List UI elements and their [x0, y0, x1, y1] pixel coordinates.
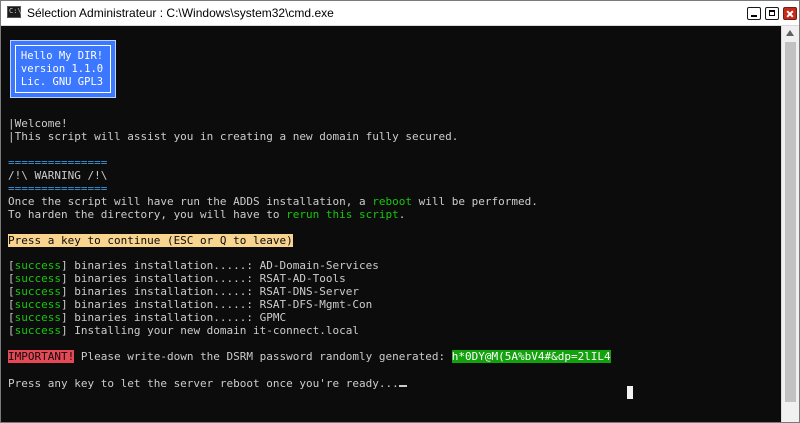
- warning-rule-bottom: ===============: [8, 182, 108, 195]
- cmd-app-icon[interactable]: C:\: [7, 6, 22, 18]
- result-line: [success] binaries installation.....: RS…: [8, 285, 359, 298]
- bracket-close: ]: [60, 272, 68, 285]
- warning-line1-text-c: will be performed.: [412, 195, 538, 208]
- success-status: success: [14, 259, 61, 272]
- reboot-keyword: reboot: [372, 195, 412, 208]
- warning-line2-text-c: .: [398, 208, 406, 221]
- vertical-scrollbar[interactable]: [781, 26, 799, 422]
- result-line: [success] Installing your new domain it-…: [8, 324, 359, 337]
- bracket-close: ]: [60, 298, 68, 311]
- banner-title: Hello My DIR!: [20, 50, 104, 62]
- description-line: |This script will assist you in creating…: [8, 130, 459, 143]
- welcome-line: |Welcome!: [8, 117, 68, 130]
- continue-prompt: Press a key to continue (ESC or Q to lea…: [8, 234, 293, 247]
- window-title: Sélection Administrateur : C:\Windows\sy…: [27, 6, 334, 20]
- text-cursor: [398, 385, 407, 387]
- warning-line1-text-a: Once the script will have run the ADDS i…: [8, 195, 373, 208]
- continue-prompt-line: Press a key to continue (ESC or Q to lea…: [8, 234, 293, 247]
- script-banner: Hello My DIR! version 1.1.0 Lic. GNU GPL…: [10, 40, 116, 98]
- bracket-open: [: [8, 324, 15, 337]
- result-line: [success] binaries installation.....: RS…: [8, 272, 346, 285]
- success-status: success: [14, 311, 61, 324]
- bracket-close: ]: [60, 324, 68, 337]
- success-status: success: [14, 272, 61, 285]
- rerun-keyword: rerun this script: [286, 208, 399, 221]
- reboot-prompt-line: Press any key to let the server reboot o…: [8, 377, 407, 390]
- result-message: binaries installation.....: RSAT-DNS-Ser…: [67, 285, 360, 298]
- warning-line2-text-a: To harden the directory, you will have t…: [8, 208, 287, 221]
- bracket-close: ]: [60, 311, 68, 324]
- warning-reboot-line: Once the script will have run the ADDS i…: [8, 195, 538, 208]
- title-bar[interactable]: C:\ Sélection Administrateur : C:\Window…: [1, 1, 799, 26]
- bracket-open: [: [8, 272, 15, 285]
- result-message: binaries installation.....: RSAT-DFS-Mgm…: [67, 298, 373, 311]
- dsrm-message: Please write-down the DSRM password rand…: [74, 350, 452, 363]
- scroll-up-arrow-icon[interactable]: [786, 30, 794, 36]
- bracket-open: [: [8, 298, 15, 311]
- close-button[interactable]: [783, 7, 797, 20]
- bracket-close: ]: [60, 259, 68, 272]
- minimize-button[interactable]: [747, 7, 761, 20]
- bracket-open: [: [8, 311, 15, 324]
- mouse-text-cursor: [627, 386, 633, 399]
- reboot-prompt: Press any key to let the server reboot o…: [8, 377, 399, 390]
- bracket-open: [: [8, 259, 15, 272]
- dsrm-password: h*0DY@M(5A%bV4#&dp=2lIL4: [451, 350, 611, 363]
- success-status: success: [14, 324, 61, 337]
- banner-license: Lic. GNU GPL3: [20, 76, 104, 88]
- result-line: [success] binaries installation.....: RS…: [8, 298, 372, 311]
- warning-title: /!\ WARNING /!\: [8, 169, 108, 182]
- bracket-open: [: [8, 285, 15, 298]
- banner-version: version 1.1.0: [20, 63, 104, 75]
- result-message: binaries installation.....: AD-Domain-Se…: [67, 259, 379, 272]
- warning-rerun-line: To harden the directory, you will have t…: [8, 208, 405, 221]
- result-message: Installing your new domain it-connect.lo…: [67, 324, 360, 337]
- cmd-app-icon-text: C:\: [9, 7, 22, 15]
- success-status: success: [14, 285, 61, 298]
- important-badge: IMPORTANT!: [8, 350, 75, 363]
- cmd-window: C:\ Sélection Administrateur : C:\Window…: [0, 0, 800, 423]
- result-line: [success] binaries installation.....: AD…: [8, 259, 379, 272]
- result-message: binaries installation.....: GPMC: [67, 311, 287, 324]
- maximize-button[interactable]: [765, 7, 779, 20]
- bracket-close: ]: [60, 285, 68, 298]
- result-line: [success] binaries installation.....: GP…: [8, 311, 286, 324]
- warning-rule-top: ===============: [8, 156, 108, 169]
- console-output[interactable]: Hello My DIR! version 1.1.0 Lic. GNU GPL…: [1, 26, 781, 422]
- scrollbar-thumb[interactable]: [785, 42, 796, 402]
- result-message: binaries installation.....: RSAT-AD-Tool…: [67, 272, 346, 285]
- dsrm-password-line: IMPORTANT! Please write-down the DSRM pa…: [8, 350, 611, 363]
- success-status: success: [14, 298, 61, 311]
